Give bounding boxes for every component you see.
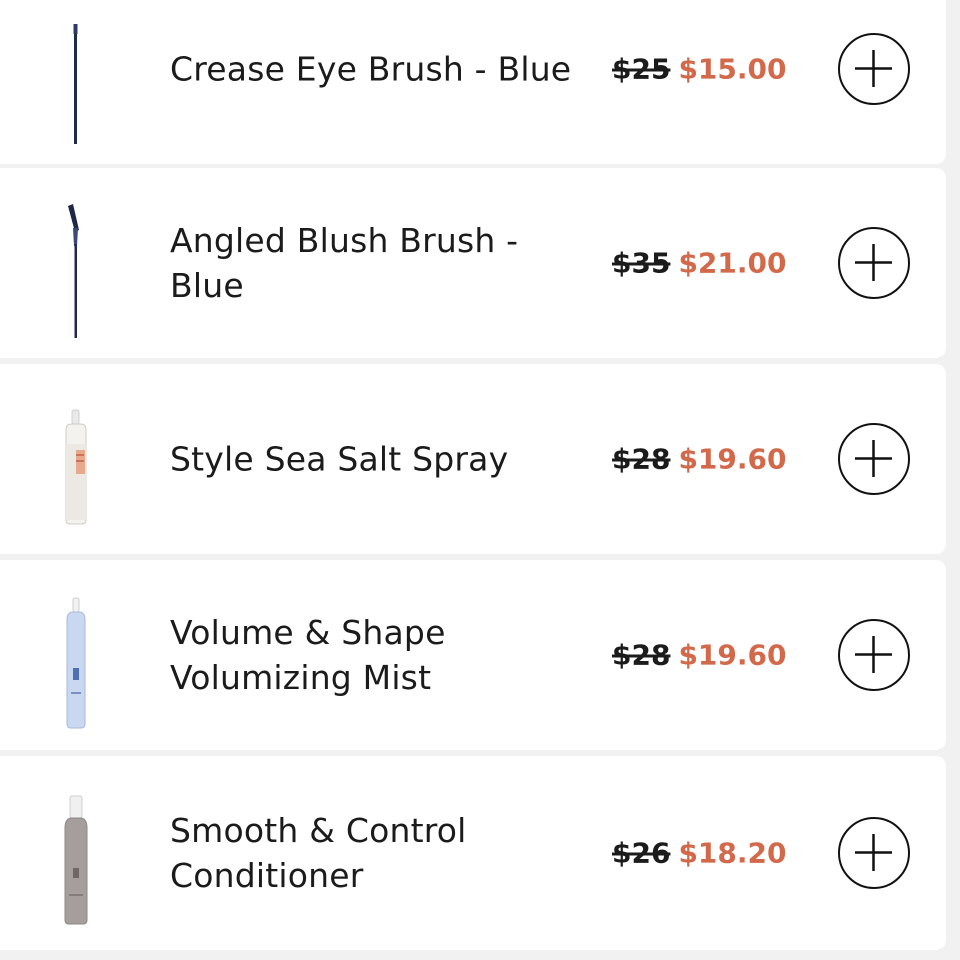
product-row[interactable]: Style Sea Salt Spray $28 $19.60 (0, 364, 946, 554)
plus-icon (855, 440, 892, 477)
add-to-cart-button[interactable] (838, 33, 910, 105)
product-name[interactable]: Angled Blush Brush - Blue (170, 218, 590, 308)
product-name[interactable]: Style Sea Salt Spray (170, 437, 590, 482)
sale-price: $19.60 (678, 442, 787, 476)
price: $26 $18.20 (612, 837, 787, 870)
product-name[interactable]: Volume & Shape Volumizing Mist (170, 610, 590, 700)
add-to-cart-button[interactable] (838, 817, 910, 889)
product-row[interactable]: Volume & Shape Volumizing Mist $28 $19.60 (0, 560, 946, 750)
volumizing-mist-bottle-icon (40, 580, 112, 730)
original-price: $35 (612, 246, 671, 280)
add-to-cart-button[interactable] (838, 227, 910, 299)
product-list: Crease Eye Brush - Blue $25 $15.00 Angled… (0, 0, 946, 960)
eye-brush-blue-icon (40, 0, 112, 144)
product-row[interactable]: Crease Eye Brush - Blue $25 $15.00 (0, 0, 946, 164)
sale-price: $19.60 (678, 638, 787, 672)
sea-salt-spray-bottle-icon (40, 384, 112, 534)
original-price: $28 (612, 638, 671, 672)
original-price: $26 (612, 836, 671, 870)
plus-icon (855, 244, 892, 281)
sale-price: $15.00 (678, 52, 787, 86)
price: $35 $21.00 (612, 247, 787, 280)
product-name[interactable]: Smooth & Control Conditioner (170, 808, 590, 898)
original-price: $25 (612, 52, 671, 86)
blush-brush-blue-icon (40, 188, 112, 338)
price: $28 $19.60 (612, 639, 787, 672)
add-to-cart-button[interactable] (838, 619, 910, 691)
price: $25 $15.00 (612, 53, 787, 86)
product-row[interactable]: Smooth & Control Conditioner $26 $18.20 (0, 756, 946, 950)
product-name[interactable]: Crease Eye Brush - Blue (170, 47, 590, 92)
plus-icon (855, 834, 892, 871)
original-price: $28 (612, 442, 671, 476)
sale-price: $21.00 (678, 246, 787, 280)
sale-price: $18.20 (678, 836, 787, 870)
add-to-cart-button[interactable] (838, 423, 910, 495)
conditioner-bottle-icon (40, 776, 112, 926)
product-row[interactable]: Angled Blush Brush - Blue $35 $21.00 (0, 168, 946, 358)
plus-icon (855, 636, 892, 673)
price: $28 $19.60 (612, 443, 787, 476)
plus-icon (855, 50, 892, 87)
